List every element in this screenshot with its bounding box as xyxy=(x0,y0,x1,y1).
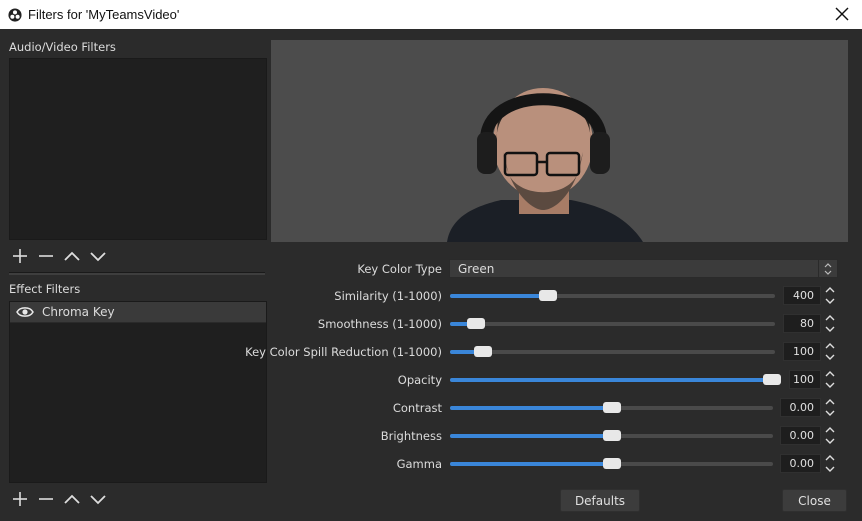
slider-fill xyxy=(450,294,548,298)
spin-down-icon[interactable] xyxy=(824,353,836,362)
spin-up-icon[interactable] xyxy=(824,341,836,350)
spill-reduction-spin-arrows[interactable] xyxy=(822,341,838,362)
slider-handle[interactable] xyxy=(467,318,485,329)
plus-icon xyxy=(13,492,27,506)
spin-down-icon[interactable] xyxy=(824,297,836,306)
effect-filters-label: Effect Filters xyxy=(9,282,81,296)
eye-visibility-icon[interactable] xyxy=(16,305,34,319)
similarity-label: Similarity (1-1000) xyxy=(334,289,442,303)
minus-icon xyxy=(39,498,53,500)
brightness-spin-arrows[interactable] xyxy=(822,425,838,446)
add-audio-filter-button[interactable] xyxy=(11,247,29,265)
obs-logo-icon xyxy=(8,7,22,22)
audio-video-filters-label: Audio/Video Filters xyxy=(9,40,116,54)
chevron-down-icon xyxy=(90,495,106,505)
move-audio-filter-down-button[interactable] xyxy=(89,247,107,265)
effect-filters-list[interactable]: Chroma Key xyxy=(9,301,267,483)
gamma-label: Gamma xyxy=(396,457,442,471)
move-effect-filter-up-button[interactable] xyxy=(63,490,81,508)
brightness-spinbox[interactable]: 0.00 xyxy=(780,426,821,445)
move-effect-filter-down-button[interactable] xyxy=(89,490,107,508)
remove-audio-filter-button[interactable] xyxy=(37,247,55,265)
effect-filter-label: Chroma Key xyxy=(42,305,115,319)
smoothness-spin-arrows[interactable] xyxy=(822,313,838,334)
spin-up-icon[interactable] xyxy=(824,425,836,434)
opacity-spinbox[interactable]: 100 xyxy=(789,370,821,389)
key-color-type-select[interactable]: Green xyxy=(449,259,838,278)
filter-preview xyxy=(271,40,848,242)
select-updown-icon xyxy=(818,260,837,277)
opacity-label: Opacity xyxy=(397,373,442,387)
slider-handle[interactable] xyxy=(538,290,557,301)
chevron-up-icon xyxy=(64,251,80,261)
spin-up-icon[interactable] xyxy=(824,397,836,406)
window-title: Filters for 'MyTeamsVideo' xyxy=(28,7,180,22)
contrast-spinbox[interactable]: 0.00 xyxy=(780,398,821,417)
spin-down-icon[interactable] xyxy=(824,465,836,474)
add-effect-filter-button[interactable] xyxy=(11,490,29,508)
audio-video-toolbar xyxy=(11,247,107,265)
gamma-slider[interactable] xyxy=(450,458,773,469)
filters-dialog: Audio/Video Filters Effect Filters Chrom… xyxy=(0,29,862,521)
brightness-label: Brightness xyxy=(380,429,442,443)
audio-video-filters-list[interactable] xyxy=(9,58,267,240)
title-bar: Filters for 'MyTeamsVideo' xyxy=(0,0,862,29)
slider-handle[interactable] xyxy=(602,430,621,441)
slider-fill xyxy=(450,378,772,382)
similarity-spin-arrows[interactable] xyxy=(822,285,838,306)
defaults-button[interactable]: Defaults xyxy=(560,489,640,512)
contrast-slider[interactable] xyxy=(450,402,773,413)
chevron-up-icon xyxy=(64,494,80,504)
minus-icon xyxy=(39,255,53,257)
gamma-spin-arrows[interactable] xyxy=(822,453,838,474)
slider-fill xyxy=(450,406,612,410)
section-divider xyxy=(9,272,265,275)
smoothness-slider[interactable] xyxy=(450,318,775,329)
plus-icon xyxy=(13,249,27,263)
effect-filters-toolbar xyxy=(11,490,107,508)
key-color-type-label: Key Color Type xyxy=(357,262,442,276)
similarity-slider[interactable] xyxy=(450,290,775,301)
contrast-label: Contrast xyxy=(392,401,442,415)
move-audio-filter-up-button[interactable] xyxy=(63,247,81,265)
gamma-spinbox[interactable]: 0.00 xyxy=(780,454,821,473)
smoothness-spinbox[interactable]: 80 xyxy=(783,314,821,333)
slider-handle[interactable] xyxy=(602,402,621,413)
remove-effect-filter-button[interactable] xyxy=(37,490,55,508)
spin-up-icon[interactable] xyxy=(824,285,836,294)
contrast-spin-arrows[interactable] xyxy=(822,397,838,418)
chevron-down-icon xyxy=(90,252,106,262)
opacity-slider[interactable] xyxy=(450,374,781,385)
webcam-person-image xyxy=(447,88,643,242)
slider-handle[interactable] xyxy=(473,346,492,357)
slider-fill xyxy=(450,462,612,466)
close-window-icon[interactable] xyxy=(832,4,852,24)
spin-down-icon[interactable] xyxy=(824,437,836,446)
spin-up-icon[interactable] xyxy=(824,453,836,462)
spin-down-icon[interactable] xyxy=(824,325,836,334)
spill-reduction-spinbox[interactable]: 100 xyxy=(783,342,821,361)
close-button[interactable]: Close xyxy=(782,489,847,512)
spin-down-icon[interactable] xyxy=(824,409,836,418)
opacity-spin-arrows[interactable] xyxy=(822,369,838,390)
smoothness-label: Smoothness (1-1000) xyxy=(317,317,442,331)
spin-up-icon[interactable] xyxy=(824,369,836,378)
similarity-spinbox[interactable]: 400 xyxy=(783,286,821,305)
spin-up-icon[interactable] xyxy=(824,313,836,322)
spill-reduction-slider[interactable] xyxy=(450,346,775,357)
key-color-type-value: Green xyxy=(458,261,495,276)
spill-reduction-label: Key Color Spill Reduction (1-1000) xyxy=(245,345,442,359)
slider-handle[interactable] xyxy=(763,374,781,385)
brightness-slider[interactable] xyxy=(450,430,773,441)
spin-down-icon[interactable] xyxy=(824,381,836,390)
list-item[interactable]: Chroma Key xyxy=(10,302,266,323)
slider-fill xyxy=(450,434,612,438)
slider-handle[interactable] xyxy=(602,458,621,469)
